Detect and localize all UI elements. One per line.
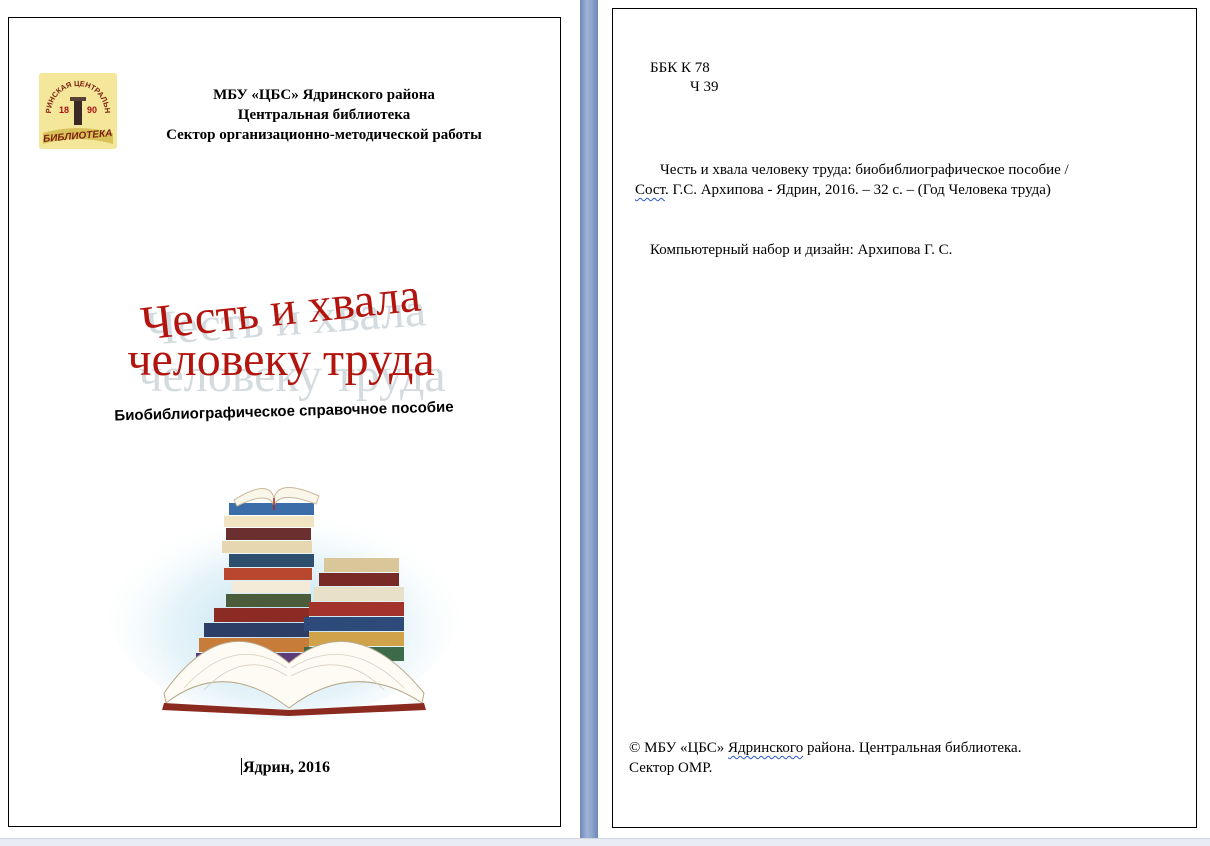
organization-header: МБУ «ЦБС» Ядринского района Центральная … (129, 85, 519, 145)
emblem-year-right: 90 (87, 105, 97, 115)
copyright-rest: района. Центральная библиотека. (803, 740, 1022, 756)
spellcheck-word[interactable]: Сост (635, 182, 665, 198)
citation-line-2: Сост. Г.С. Архипова - Ядрин, 2016. – 32 … (635, 180, 1175, 200)
cover-footer: Ядрин, 2016 (9, 758, 562, 777)
cover-title: Честь и хвала человеку труда Честь и хва… (69, 263, 499, 403)
imprint-page[interactable]: ББК К 78 Ч 39 Честь и хвала человеку тру… (612, 8, 1197, 828)
title-line-2: человеку труда (127, 333, 434, 386)
library-emblem-icon: ЯДРИНСКАЯ ЦЕНТРАЛЬНАЯ 18 90 БИБЛИОТЕКА (39, 73, 117, 149)
cover-page[interactable]: ЯДРИНСКАЯ ЦЕНТРАЛЬНАЯ 18 90 БИБЛИОТЕКА М… (8, 17, 561, 827)
spellcheck-word[interactable]: Ядринского (728, 740, 803, 756)
citation-line-1: Честь и хвала человеку труда: биобиблиог… (660, 162, 1069, 178)
bbk-line-2: Ч 39 (690, 79, 719, 95)
bibliographic-citation: Честь и хвала человеку труда: биобиблиог… (635, 160, 1175, 200)
header-line-3: Сектор организационно-методической работ… (166, 127, 482, 143)
stack-of-books-icon (104, 458, 464, 718)
copyright-line-1: © МБУ «ЦБС» Ядринского района. Центральн… (629, 738, 1021, 758)
header-line-1: МБУ «ЦБС» Ядринского района (213, 87, 435, 103)
copyright-line-2: Сектор ОМР. (629, 760, 713, 776)
bbk-line-1: ББК К 78 (650, 60, 710, 76)
bbk-classification: ББК К 78 Ч 39 (650, 59, 719, 97)
cover-footer-text: Ядрин, 2016 (243, 759, 330, 776)
copyright-prefix: © МБУ «ЦБС» (629, 740, 729, 756)
citation-line-2-rest: . Г.С. Архипова - Ядрин, 2016. – 32 с. –… (664, 182, 1051, 198)
emblem-year-left: 18 (59, 105, 69, 115)
header-line-2: Центральная библиотека (237, 107, 411, 123)
design-credits: Компьютерный набор и дизайн: Архипова Г.… (650, 242, 953, 258)
page-divider (580, 0, 598, 845)
text-cursor (241, 758, 242, 775)
copyright-notice: © МБУ «ЦБС» Ядринского района. Центральн… (629, 738, 1021, 778)
